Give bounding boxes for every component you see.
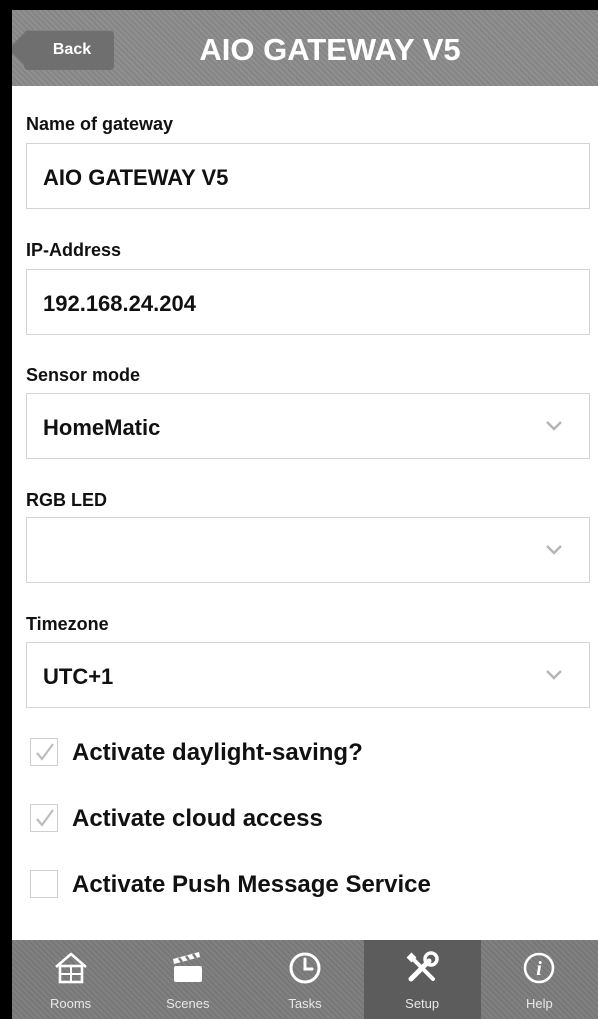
back-button[interactable]: Back [24, 30, 114, 70]
clock-icon [289, 952, 321, 984]
sensor-mode-value: HomeMatic [43, 415, 161, 440]
tab-scenes[interactable]: Scenes [129, 940, 246, 1019]
cloud-access-label: Activate cloud access [72, 805, 323, 832]
info-icon: i [524, 952, 555, 984]
sensor-mode-label: Sensor mode [26, 365, 141, 385]
tab-setup[interactable]: Setup [363, 940, 481, 1019]
tab-help[interactable]: i Help [481, 940, 598, 1019]
tab-label: Tasks [288, 996, 322, 1011]
name-label: Name of gateway [26, 114, 174, 134]
name-field-value: AIO GATEWAY V5 [43, 165, 229, 190]
tab-label: Setup [405, 996, 440, 1011]
tools-icon [406, 951, 439, 982]
ip-address-value: 192.168.24.204 [43, 291, 196, 316]
chevron-down-icon [546, 421, 562, 431]
svg-text:i: i [537, 958, 543, 980]
ip-address-field[interactable]: 192.168.24.204 [26, 269, 590, 335]
checkmark-icon [36, 809, 54, 827]
checkmark-icon [36, 743, 54, 761]
timezone-select[interactable]: UTC+1 [26, 642, 590, 708]
page-title: AIO GATEWAY V5 [199, 32, 461, 67]
tab-rooms[interactable]: Rooms [12, 940, 129, 1019]
sensor-mode-select[interactable]: HomeMatic [26, 393, 590, 459]
timezone-value: UTC+1 [43, 664, 114, 689]
clapperboard-icon [172, 952, 202, 982]
header-bar: Back AIO GATEWAY V5 [12, 10, 598, 86]
back-button-label: Back [52, 41, 92, 58]
rgb-led-select[interactable] [26, 517, 590, 583]
daylight-saving-label: Activate daylight-saving? [72, 739, 363, 766]
bottom-tab-bar: Rooms Scenes Tasks Setup i Help [12, 940, 598, 1019]
daylight-saving-checkbox[interactable] [30, 738, 58, 766]
cloud-access-checkbox-row[interactable]: Activate cloud access [30, 799, 590, 839]
tab-label: Rooms [50, 996, 92, 1011]
push-message-checkbox[interactable] [30, 870, 58, 898]
tab-label: Help [525, 996, 553, 1011]
app-screen: Back AIO GATEWAY V5 Name of gateway AIO … [12, 10, 598, 1019]
rgb-led-label: RGB LED [26, 490, 107, 510]
timezone-label: Timezone [26, 614, 109, 634]
chevron-down-icon [546, 670, 562, 680]
chevron-down-icon [546, 545, 562, 555]
house-icon [54, 952, 87, 984]
tab-label: Scenes [166, 996, 210, 1011]
push-message-checkbox-row[interactable]: Activate Push Message Service [30, 865, 590, 905]
push-message-label: Activate Push Message Service [72, 871, 431, 898]
tab-tasks[interactable]: Tasks [246, 940, 363, 1019]
name-field[interactable]: AIO GATEWAY V5 [26, 143, 590, 209]
daylight-saving-checkbox-row[interactable]: Activate daylight-saving? [30, 733, 590, 773]
cloud-access-checkbox[interactable] [30, 804, 58, 832]
ip-label: IP-Address [26, 240, 122, 260]
